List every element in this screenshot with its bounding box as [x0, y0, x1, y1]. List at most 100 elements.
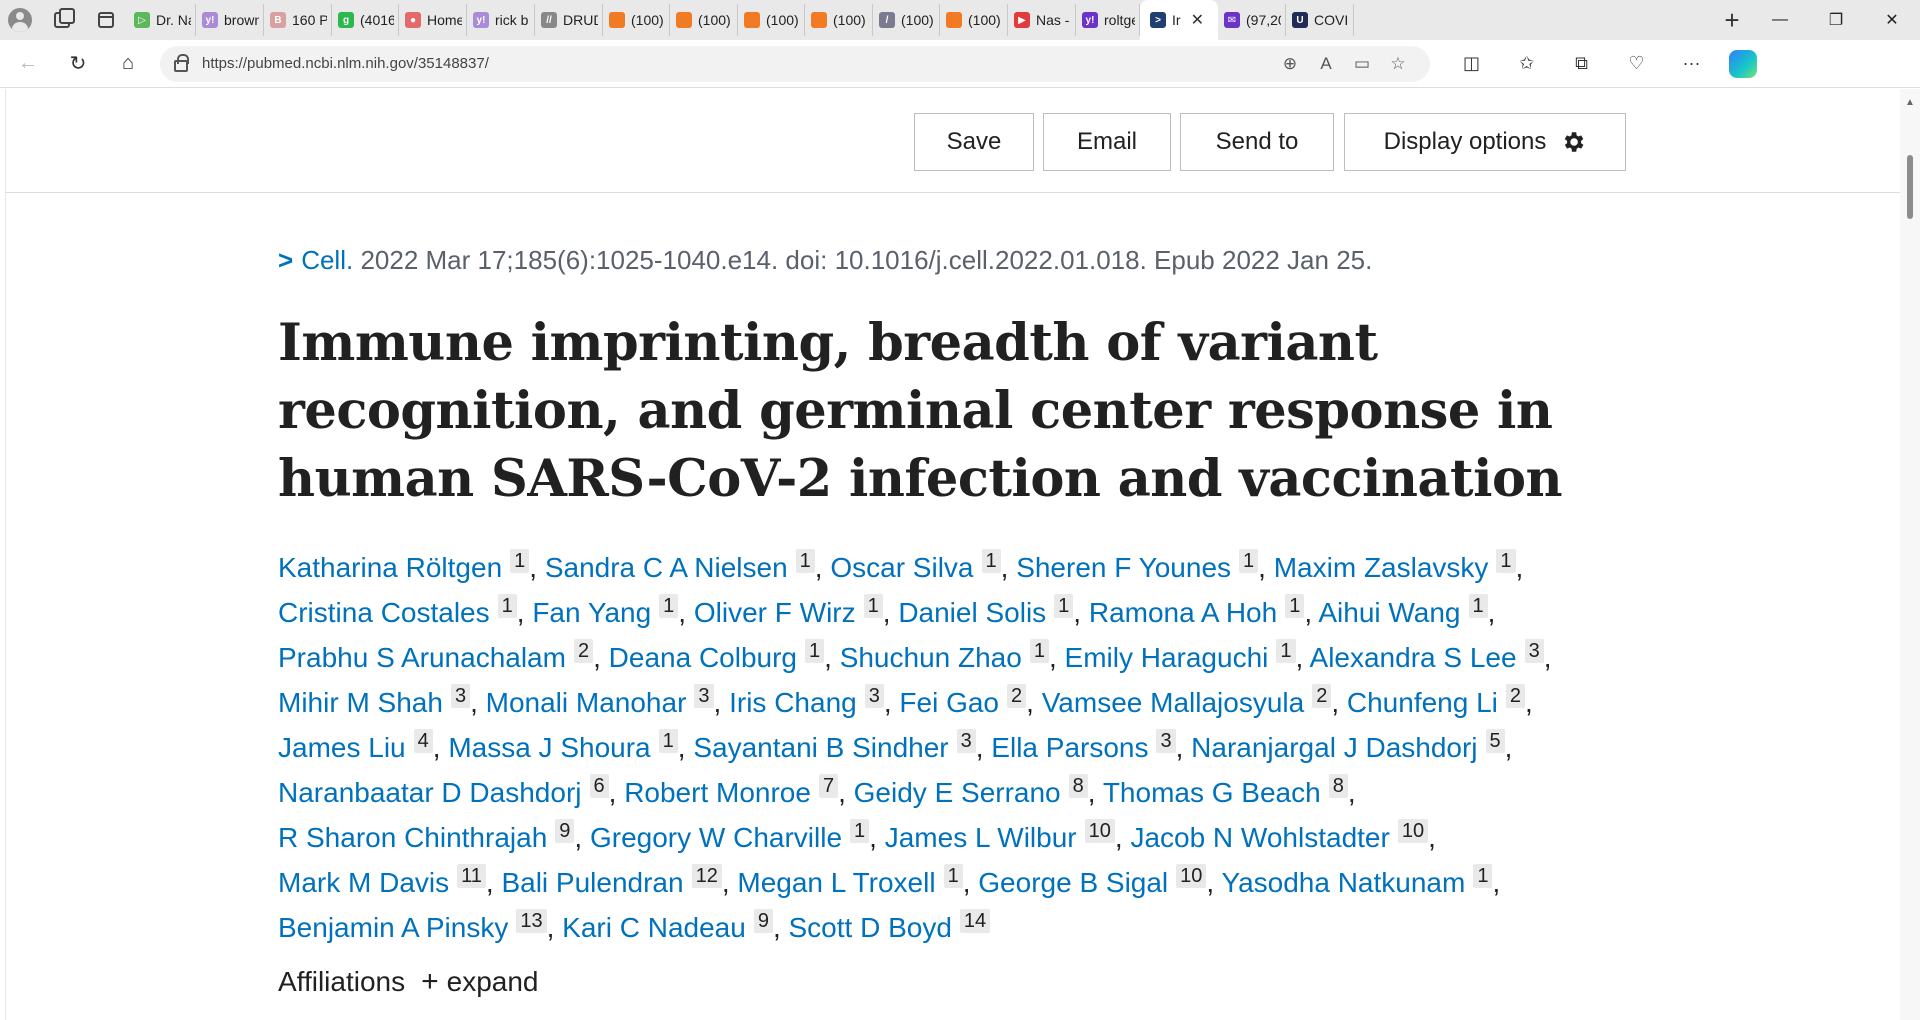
- affiliation-number[interactable]: 1: [510, 549, 530, 573]
- author-link[interactable]: Cristina Costales: [278, 597, 490, 628]
- affiliation-number[interactable]: 1: [658, 729, 678, 753]
- author-link[interactable]: Robert Monroe: [624, 777, 811, 808]
- author-link[interactable]: Iris Chang: [729, 687, 857, 718]
- read-aloud-icon[interactable]: A: [1308, 54, 1344, 74]
- author-link[interactable]: Mihir M Shah: [278, 687, 443, 718]
- tab-active[interactable]: > Ir ✕: [1140, 0, 1218, 40]
- author-link[interactable]: Vamsee Mallajosyula: [1042, 687, 1305, 718]
- author-link[interactable]: Maxim Zaslavsky: [1274, 552, 1489, 583]
- affiliation-number[interactable]: 3: [1156, 729, 1176, 753]
- author-link[interactable]: Monali Manohar: [486, 687, 687, 718]
- author-link[interactable]: Fei Gao: [899, 687, 999, 718]
- affiliations-toggle[interactable]: Affiliations + expand: [278, 965, 539, 999]
- scroll-up-arrow-icon[interactable]: ▲: [1905, 97, 1915, 108]
- affiliation-number[interactable]: 1: [863, 594, 883, 618]
- affiliation-number[interactable]: 8: [1328, 774, 1348, 798]
- author-link[interactable]: Deana Colburg: [609, 642, 797, 673]
- favorites-icon[interactable]: ✩: [1499, 46, 1554, 82]
- affiliation-number[interactable]: 3: [450, 684, 471, 708]
- browser-tab[interactable]: (100): [738, 4, 805, 36]
- split-screen-icon[interactable]: ◫: [1444, 46, 1499, 82]
- affiliation-number[interactable]: 1: [1468, 594, 1488, 618]
- author-link[interactable]: Massa J Shoura: [448, 732, 650, 763]
- browser-tab[interactable]: ● Home: [399, 4, 467, 36]
- author-link[interactable]: Bali Pulendran: [501, 867, 683, 898]
- author-link[interactable]: Shuchun Zhao: [840, 642, 1022, 673]
- browser-tab[interactable]: (100): [940, 4, 1008, 36]
- affiliation-number[interactable]: 12: [691, 864, 722, 888]
- minimize-button[interactable]: —: [1752, 0, 1808, 40]
- affiliation-number[interactable]: 1: [1285, 594, 1305, 618]
- copilot-icon[interactable]: [1729, 49, 1757, 78]
- display-options-button[interactable]: Display options: [1344, 113, 1626, 171]
- zoom-icon[interactable]: ⊕: [1272, 54, 1308, 74]
- author-link[interactable]: James L Wilbur: [885, 822, 1077, 853]
- affiliation-number[interactable]: 1: [1054, 594, 1074, 618]
- affiliation-number[interactable]: 4: [413, 729, 433, 753]
- affiliation-number[interactable]: 2: [1505, 684, 1526, 708]
- affiliation-number[interactable]: 10: [1176, 864, 1207, 888]
- affiliation-number[interactable]: 11: [457, 864, 486, 888]
- affiliation-number[interactable]: 3: [1524, 639, 1544, 663]
- affiliation-number[interactable]: 1: [659, 594, 679, 618]
- browser-tab[interactable]: / (100): [873, 4, 940, 36]
- browser-tab[interactable]: ▶ Nas -: [1008, 4, 1076, 36]
- chevron-right-icon[interactable]: >: [278, 245, 293, 275]
- browser-tab[interactable]: (100): [805, 4, 873, 36]
- affiliation-number[interactable]: 9: [555, 819, 575, 843]
- affiliation-number[interactable]: 1: [943, 864, 963, 888]
- author-link[interactable]: Ramona A Hoh: [1089, 597, 1277, 628]
- author-link[interactable]: Megan L Troxell: [737, 867, 935, 898]
- affiliation-number[interactable]: 14: [959, 909, 991, 933]
- author-link[interactable]: Oscar Silva: [830, 552, 973, 583]
- author-link[interactable]: Naranjargal J Dashdorj: [1191, 732, 1477, 763]
- author-link[interactable]: Gregory W Charville: [590, 822, 842, 853]
- affiliation-number[interactable]: 3: [694, 684, 714, 708]
- close-tab-icon[interactable]: ✕: [1191, 10, 1204, 30]
- browser-tab[interactable]: ✉ (97,20: [1218, 4, 1286, 36]
- author-link[interactable]: Aihui Wang: [1318, 597, 1460, 628]
- save-button[interactable]: Save: [914, 113, 1034, 171]
- refresh-button[interactable]: ↻: [56, 44, 100, 84]
- affiliation-number[interactable]: 1: [1496, 549, 1516, 573]
- affiliation-number[interactable]: 2: [1007, 684, 1027, 708]
- affiliation-number[interactable]: 10: [1084, 819, 1115, 843]
- home-button[interactable]: ⌂: [106, 44, 150, 84]
- author-link[interactable]: Sandra C A Nielsen: [545, 552, 788, 583]
- author-link[interactable]: Thomas G Beach: [1103, 777, 1321, 808]
- author-link[interactable]: George B Sigal: [978, 867, 1168, 898]
- expand-link[interactable]: expand: [447, 966, 539, 997]
- affiliation-number[interactable]: 1: [1029, 639, 1049, 663]
- app-available-icon[interactable]: ▭: [1344, 54, 1380, 74]
- back-button[interactable]: ←: [6, 44, 50, 84]
- browser-tab[interactable]: g (4016: [332, 4, 399, 36]
- author-link[interactable]: Chunfeng Li: [1347, 687, 1498, 718]
- collections-icon[interactable]: ⧉: [1554, 46, 1609, 82]
- affiliation-number[interactable]: 2: [1312, 684, 1332, 708]
- author-link[interactable]: Katharina Röltgen: [278, 552, 502, 583]
- author-link[interactable]: Scott D Boyd: [789, 912, 952, 943]
- author-link[interactable]: Prabhu S Arunachalam: [278, 642, 566, 673]
- author-link[interactable]: Jacob N Wohlstadter: [1130, 822, 1389, 853]
- journal-link[interactable]: Cell: [301, 245, 346, 275]
- author-link[interactable]: Oliver F Wirz: [694, 597, 856, 628]
- affiliation-number[interactable]: 1: [805, 639, 825, 663]
- affiliation-number[interactable]: 9: [753, 909, 773, 933]
- more-menu-icon[interactable]: ···: [1664, 46, 1719, 82]
- browser-tab[interactable]: ▷ Dr. Na: [128, 4, 196, 36]
- affiliation-number[interactable]: 1: [850, 819, 870, 843]
- author-link[interactable]: Emily Haraguchi: [1065, 642, 1269, 673]
- author-link[interactable]: James Liu: [278, 732, 406, 763]
- restore-button[interactable]: ❐: [1808, 0, 1864, 40]
- affiliation-number[interactable]: 8: [1068, 774, 1088, 798]
- author-link[interactable]: Yasodha Natkunam: [1221, 867, 1465, 898]
- author-link[interactable]: Ella Parsons: [991, 732, 1148, 763]
- author-link[interactable]: Alexandra S Lee: [1310, 642, 1517, 673]
- author-link[interactable]: R Sharon Chinthrajah: [278, 822, 547, 853]
- author-link[interactable]: Daniel Solis: [898, 597, 1046, 628]
- page-scrollbar[interactable]: ▲: [1900, 89, 1920, 1020]
- affiliation-number[interactable]: 1: [795, 549, 815, 573]
- browser-tab[interactable]: // DRUD: [535, 4, 603, 36]
- workspaces-button[interactable]: [40, 0, 84, 40]
- affiliation-number[interactable]: 1: [1276, 639, 1296, 663]
